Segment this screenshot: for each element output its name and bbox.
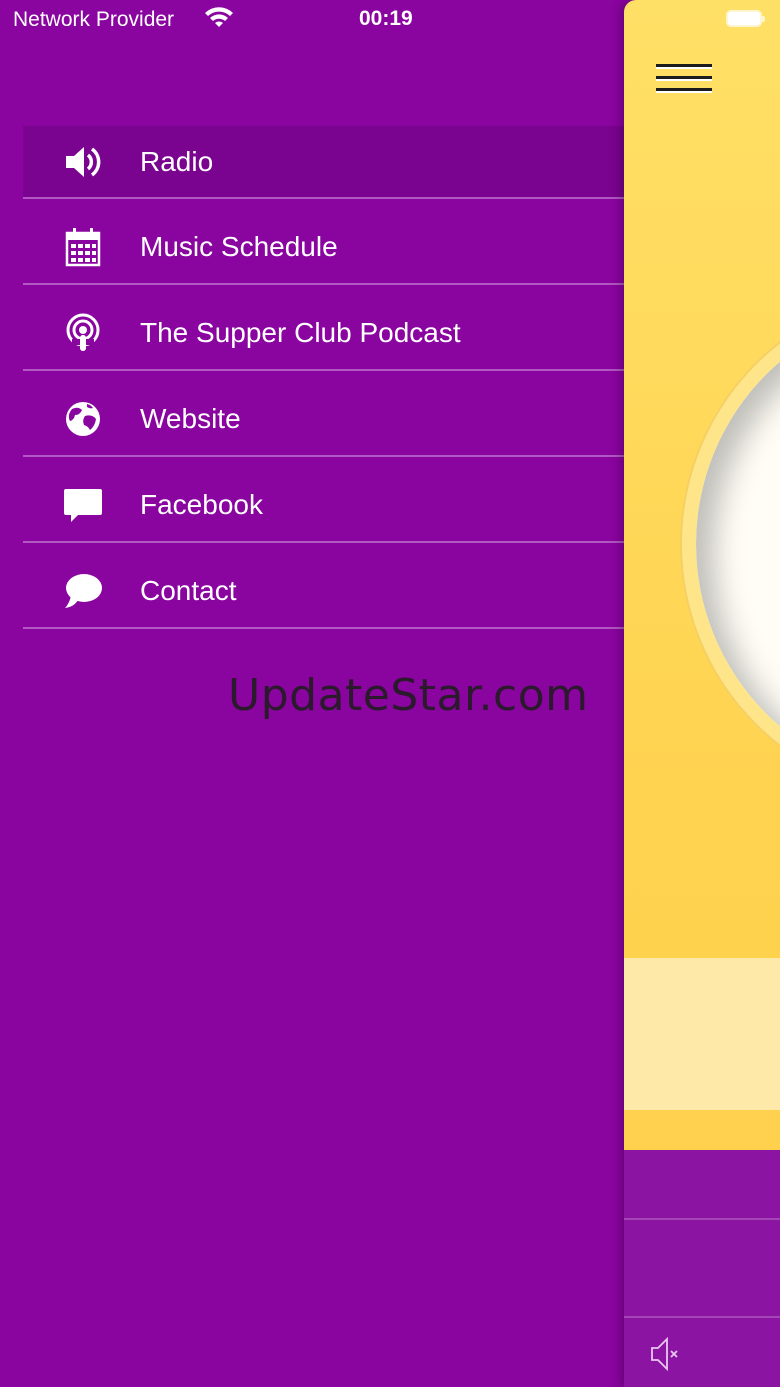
menu-item-website[interactable]: Website xyxy=(23,371,624,457)
mute-icon[interactable] xyxy=(650,1336,680,1372)
menu-item-label: Contact xyxy=(140,575,237,606)
menu-item-label: Website xyxy=(140,403,241,434)
speaker-icon xyxy=(66,147,101,177)
player-artwork-disc xyxy=(682,290,780,798)
podcast-icon xyxy=(66,313,100,351)
menu-item-podcast[interactable]: The Supper Club Podcast xyxy=(23,285,624,371)
watermark: UpdateStar.com xyxy=(228,670,589,721)
wifi-icon xyxy=(205,7,233,27)
calendar-icon xyxy=(65,228,101,267)
battery-icon xyxy=(726,10,765,27)
drawer-menu: Radio Music Schedule The Supper Club Pod… xyxy=(23,126,624,629)
globe-icon xyxy=(66,402,100,436)
controls-row xyxy=(624,1220,780,1318)
controls-row xyxy=(624,1150,780,1220)
chat-bubble-icon xyxy=(64,489,102,522)
clock: 00:19 xyxy=(359,7,413,30)
menu-item-label: Radio xyxy=(140,146,214,177)
menu-item-facebook[interactable]: Facebook xyxy=(23,457,624,543)
speech-bubble-icon xyxy=(65,574,102,608)
menu-item-label: Music Schedule xyxy=(140,231,338,262)
status-bar: Network Provider 00:19 xyxy=(0,0,780,44)
hamburger-menu-icon[interactable] xyxy=(656,64,712,102)
carrier-name: Network Provider xyxy=(13,8,175,31)
menu-item-music-schedule[interactable]: Music Schedule xyxy=(23,199,624,285)
now-playing-band xyxy=(624,958,780,1110)
main-player-panel[interactable] xyxy=(624,0,780,1387)
menu-item-label: The Supper Club Podcast xyxy=(140,317,461,348)
menu-item-label: Facebook xyxy=(140,489,263,520)
side-drawer: Radio Music Schedule The Supper Club Pod… xyxy=(0,0,624,1387)
menu-item-contact[interactable]: Contact xyxy=(23,543,624,629)
menu-item-radio[interactable]: Radio xyxy=(23,126,624,199)
player-controls xyxy=(624,1150,780,1387)
